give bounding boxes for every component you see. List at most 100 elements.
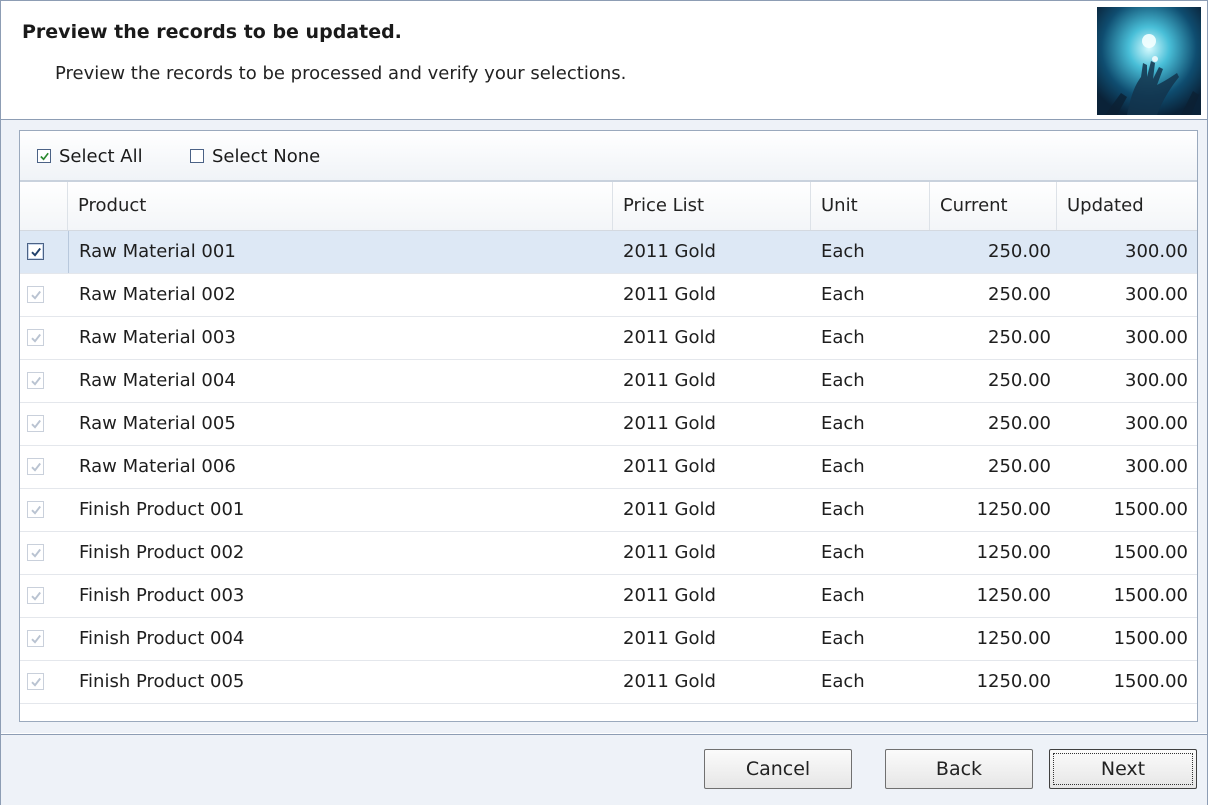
row-select-cell bbox=[20, 446, 68, 488]
cell-unit: Each bbox=[821, 284, 865, 305]
column-header-updated[interactable]: Updated bbox=[1057, 182, 1197, 230]
back-button[interactable]: Back bbox=[885, 749, 1033, 789]
cell-product: Finish Product 002 bbox=[79, 542, 245, 563]
cell-updated: 300.00 bbox=[1125, 456, 1188, 477]
table-row[interactable]: Raw Material 004 2011 Gold Each 250.00 300.0… bbox=[20, 360, 1197, 403]
page-title: Preview the records to be updated. bbox=[22, 21, 402, 43]
table-row[interactable]: Raw Material 001 2011 Gold Each 250.00 300.0… bbox=[20, 231, 1197, 274]
cell-product: Raw Material 006 bbox=[79, 456, 236, 477]
checkbox-icon[interactable] bbox=[27, 243, 44, 260]
cell-product: Raw Material 003 bbox=[79, 327, 236, 348]
row-select-cell bbox=[20, 360, 68, 402]
column-header-unit[interactable]: Unit bbox=[811, 182, 930, 230]
cell-unit: Each bbox=[821, 413, 865, 434]
cell-current: 1250.00 bbox=[976, 542, 1051, 563]
next-button[interactable]: Next bbox=[1049, 749, 1197, 789]
cell-unit: Each bbox=[821, 456, 865, 477]
row-select-cell bbox=[20, 532, 68, 574]
cell-current: 1250.00 bbox=[976, 628, 1051, 649]
table-row[interactable]: Finish Product 005 2011 Gold Each 1250.00 15… bbox=[20, 661, 1197, 704]
checkbox-icon bbox=[190, 149, 204, 163]
cell-updated: 1500.00 bbox=[1113, 628, 1188, 649]
cell-product: Finish Product 004 bbox=[79, 628, 245, 649]
checkbox-icon[interactable] bbox=[27, 329, 44, 346]
selection-toolbar: Select All Select None bbox=[20, 131, 1197, 182]
cell-product: Raw Material 002 bbox=[79, 284, 236, 305]
table-row[interactable]: Finish Product 002 2011 Gold Each 1250.00 15… bbox=[20, 532, 1197, 575]
checkbox-icon[interactable] bbox=[27, 415, 44, 432]
cancel-button-label: Cancel bbox=[745, 758, 811, 780]
checkbox-icon[interactable] bbox=[27, 286, 44, 303]
records-grid: Product Price List Unit Current Updated … bbox=[20, 182, 1197, 704]
cell-price-list: 2011 Gold bbox=[623, 499, 716, 520]
table-row[interactable]: Raw Material 002 2011 Gold Each 250.00 300.0… bbox=[20, 274, 1197, 317]
checkbox-icon[interactable] bbox=[27, 630, 44, 647]
cell-current: 1250.00 bbox=[976, 671, 1051, 692]
table-row[interactable]: Raw Material 005 2011 Gold Each 250.00 300.0… bbox=[20, 403, 1197, 446]
cell-price-list: 2011 Gold bbox=[623, 241, 716, 262]
checkbox-column-header bbox=[20, 182, 68, 230]
select-none-label: Select None bbox=[212, 145, 321, 167]
wizard-window: Preview the records to be updated. Previ… bbox=[0, 0, 1208, 805]
select-all-label: Select All bbox=[59, 145, 143, 167]
grid-rows: Raw Material 001 2011 Gold Each 250.00 300.0… bbox=[20, 231, 1197, 704]
table-row[interactable]: Raw Material 006 2011 Gold Each 250.00 300.0… bbox=[20, 446, 1197, 489]
cell-updated: 300.00 bbox=[1125, 284, 1188, 305]
cell-price-list: 2011 Gold bbox=[623, 628, 716, 649]
table-row[interactable]: Finish Product 001 2011 Gold Each 1250.00 15… bbox=[20, 489, 1197, 532]
table-row[interactable]: Raw Material 003 2011 Gold Each 250.00 300.0… bbox=[20, 317, 1197, 360]
table-row[interactable]: Finish Product 004 2011 Gold Each 1250.00 15… bbox=[20, 618, 1197, 661]
checkbox-icon[interactable] bbox=[27, 587, 44, 604]
cell-price-list: 2011 Gold bbox=[623, 413, 716, 434]
cell-current: 250.00 bbox=[988, 456, 1051, 477]
cell-price-list: 2011 Gold bbox=[623, 370, 716, 391]
cancel-button[interactable]: Cancel bbox=[704, 749, 852, 789]
cell-unit: Each bbox=[821, 370, 865, 391]
records-panel: Select All Select None Product Price Lis… bbox=[19, 130, 1198, 722]
cell-current: 1250.00 bbox=[976, 585, 1051, 606]
row-select-cell bbox=[20, 575, 68, 617]
column-header-current[interactable]: Current bbox=[930, 182, 1057, 230]
row-select-cell bbox=[20, 274, 68, 316]
cell-price-list: 2011 Gold bbox=[623, 671, 716, 692]
cell-updated: 300.00 bbox=[1125, 413, 1188, 434]
back-button-label: Back bbox=[935, 758, 983, 780]
column-header-price-list[interactable]: Price List bbox=[613, 182, 811, 230]
cell-current: 250.00 bbox=[988, 327, 1051, 348]
checkbox-icon[interactable] bbox=[27, 501, 44, 518]
row-select-cell bbox=[20, 489, 68, 531]
cell-price-list: 2011 Gold bbox=[623, 585, 716, 606]
cell-product: Finish Product 003 bbox=[79, 585, 245, 606]
row-select-cell bbox=[20, 403, 68, 445]
cell-unit: Each bbox=[821, 671, 865, 692]
select-all-checkbox[interactable]: Select All bbox=[37, 145, 143, 167]
cell-price-list: 2011 Gold bbox=[623, 284, 716, 305]
checkbox-icon[interactable] bbox=[27, 458, 44, 475]
cell-updated: 1500.00 bbox=[1113, 671, 1188, 692]
table-row[interactable]: Finish Product 003 2011 Gold Each 1250.00 15… bbox=[20, 575, 1197, 618]
cell-product: Raw Material 001 bbox=[79, 241, 236, 262]
cell-unit: Each bbox=[821, 628, 865, 649]
cell-updated: 300.00 bbox=[1125, 327, 1188, 348]
wizard-body: Select All Select None Product Price Lis… bbox=[1, 120, 1207, 733]
cell-current: 1250.00 bbox=[976, 499, 1051, 520]
row-select-cell bbox=[20, 661, 68, 703]
cell-price-list: 2011 Gold bbox=[623, 542, 716, 563]
cell-unit: Each bbox=[821, 327, 865, 348]
cell-product: Finish Product 005 bbox=[79, 671, 245, 692]
select-none-checkbox[interactable]: Select None bbox=[190, 145, 321, 167]
cell-product: Finish Product 001 bbox=[79, 499, 245, 520]
checkbox-icon[interactable] bbox=[27, 544, 44, 561]
cell-unit: Each bbox=[821, 241, 865, 262]
grid-header: Product Price List Unit Current Updated bbox=[20, 182, 1197, 231]
hand-with-light-icon bbox=[1097, 7, 1201, 115]
checkbox-icon[interactable] bbox=[27, 673, 44, 690]
cell-updated: 300.00 bbox=[1125, 370, 1188, 391]
checkbox-icon[interactable] bbox=[27, 372, 44, 389]
cell-updated: 1500.00 bbox=[1113, 542, 1188, 563]
page-subtitle: Preview the records to be processed and … bbox=[55, 63, 627, 84]
wizard-header: Preview the records to be updated. Previ… bbox=[1, 1, 1207, 120]
next-button-label: Next bbox=[1100, 758, 1146, 780]
wizard-footer: Cancel Back Next bbox=[1, 734, 1207, 805]
column-header-product[interactable]: Product bbox=[68, 182, 613, 230]
